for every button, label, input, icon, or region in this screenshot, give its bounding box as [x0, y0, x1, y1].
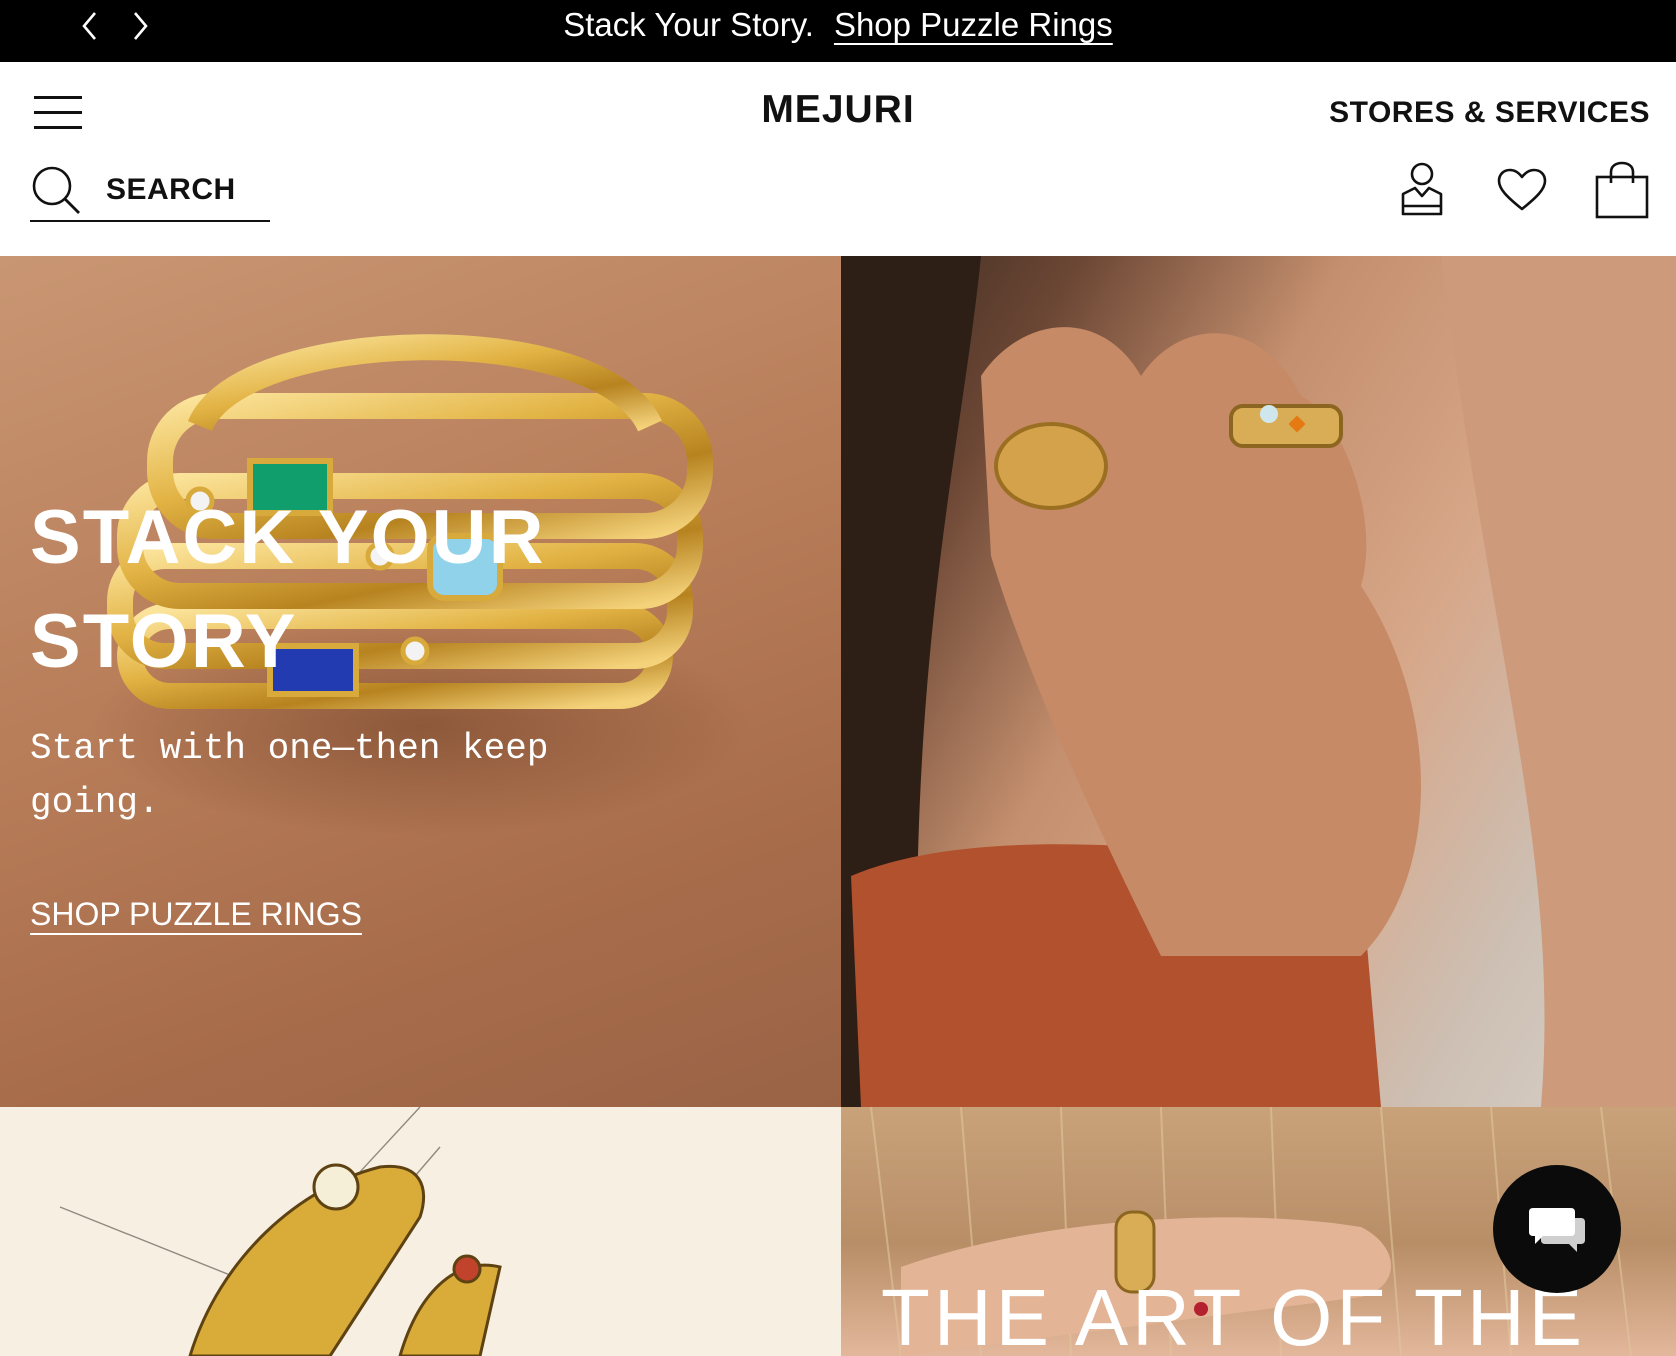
hero-subtitle: Start with one—then keep going.: [30, 728, 549, 823]
wishlist-heart-icon: [1497, 168, 1547, 211]
wishlist-button[interactable]: [1494, 158, 1550, 222]
search-button[interactable]: SEARCH: [30, 160, 270, 222]
shopping-bag-button[interactable]: [1594, 158, 1650, 222]
model-hand-image: [841, 256, 1676, 1107]
ring-sketch-image: [59, 1107, 502, 1356]
announcement-link[interactable]: Shop Puzzle Rings: [834, 6, 1113, 44]
chat-bubble-icon: [1529, 1208, 1585, 1252]
content-grid: STACK YOUR STORY Start with one—then kee…: [0, 256, 1676, 1356]
art-of-the-title: THE ART OF THE: [881, 1273, 1587, 1356]
sketch-tile[interactable]: [0, 1107, 841, 1356]
model-hand-tile[interactable]: [841, 256, 1676, 1107]
announcement-bar: Stack Your Story. Shop Puzzle Rings: [0, 0, 1676, 62]
hero-tile-rings[interactable]: STACK YOUR STORY Start with one—then kee…: [0, 256, 841, 1107]
chat-button[interactable]: [1493, 1165, 1621, 1293]
hero-title: STACK YOUR STORY: [30, 495, 546, 684]
shopping-bag-icon: [1595, 161, 1649, 219]
account-button[interactable]: [1394, 158, 1450, 222]
site-header: MEJURI STORES & SERVICES SEARCH: [0, 62, 1676, 256]
stores-services-link[interactable]: STORES & SERVICES: [1329, 96, 1650, 130]
shop-puzzle-rings-link[interactable]: SHOP PUZZLE RINGS: [30, 896, 362, 933]
account-icon: [1401, 162, 1443, 216]
search-icon: [32, 166, 80, 214]
search-label: SEARCH: [106, 173, 236, 206]
announcement-text: Stack Your Story.: [563, 6, 814, 43]
announcement-message: Stack Your Story. Shop Puzzle Rings: [0, 0, 1676, 50]
